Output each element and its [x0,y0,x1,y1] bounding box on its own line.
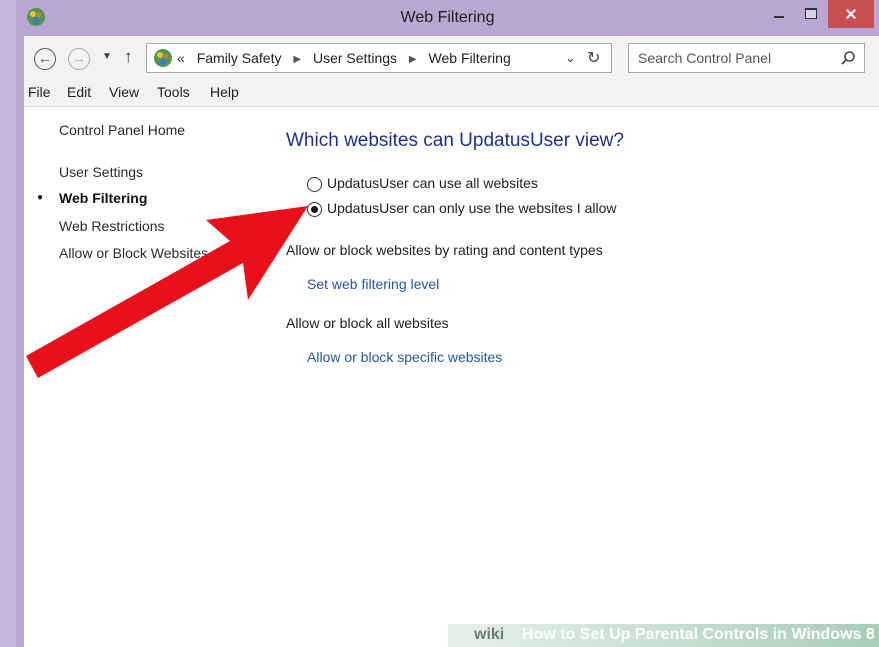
window-frame: Web Filtering ← → ▼ ↑ « Family Safety ▶ [16,0,879,647]
menu-file[interactable]: File [28,84,51,100]
radio-label-allowed-websites-only[interactable]: UpdatusUser can only use the websites I … [327,200,616,216]
search-icon[interactable] [840,50,856,66]
sidebar: Control Panel Home User Settings ● Web F… [24,106,284,586]
search-input[interactable]: Search Control Panel [628,43,865,73]
recent-pages-dropdown[interactable]: ▼ [102,51,112,62]
navigation-bar: ← → ▼ ↑ « Family Safety ▶ User Settings … [24,36,879,80]
section-title-rating-content: Allow or block websites by rating and co… [286,242,603,258]
title-bar[interactable]: Web Filtering [16,0,879,36]
breadcrumb-overflow[interactable]: « [177,50,185,66]
address-bar[interactable]: « Family Safety ▶ User Settings ▶ Web Fi… [146,43,612,73]
breadcrumb-web-filtering[interactable]: Web Filtering [429,50,511,66]
wikihow-logo: wiki [474,626,505,643]
radio-allowed-websites-only[interactable] [307,202,322,217]
close-button[interactable] [828,0,874,28]
menu-bar: File Edit View Tools Help [24,80,879,107]
up-arrow-icon[interactable]: ↑ [124,47,133,67]
menu-view[interactable]: View [109,84,139,100]
radio-label-all-websites[interactable]: UpdatusUser can use all websites [327,175,538,191]
page-title: Which websites can UpdatusUser view? [286,130,624,151]
allow-or-block-specific-websites-link[interactable]: Allow or block specific websites [307,349,502,365]
sidebar-item-user-settings[interactable]: User Settings [59,164,143,180]
section-title-all-websites: Allow or block all websites [286,315,449,331]
back-arrow-icon[interactable]: ← [34,48,56,70]
sidebar-item-web-restrictions[interactable]: Web Restrictions [59,218,165,234]
sidebar-item-control-panel-home[interactable]: Control Panel Home [59,122,185,138]
forward-arrow-icon[interactable]: → [68,48,90,70]
maximize-button[interactable] [796,0,826,28]
menu-edit[interactable]: Edit [67,84,91,100]
chevron-down-icon[interactable]: ⌄ [565,50,576,66]
watermark-banner: wiki How to Set Up Parental Controls in … [448,624,879,647]
main-content: Which websites can UpdatusUser view? Upd… [286,106,876,606]
radio-all-websites[interactable] [307,177,322,192]
watermark-title: How to Set Up Parental Controls in Windo… [522,626,875,643]
family-safety-icon [154,49,172,67]
menu-tools[interactable]: Tools [157,84,190,100]
breadcrumb-user-settings[interactable]: User Settings [313,50,397,66]
window-title: Web Filtering [400,9,495,26]
set-web-filtering-level-link[interactable]: Set web filtering level [307,276,439,292]
refresh-icon[interactable]: ↻ [587,48,600,68]
sidebar-item-allow-or-block-websites[interactable]: Allow or Block Websites [59,245,208,261]
breadcrumb: « Family Safety ▶ User Settings ▶ Web Fi… [177,50,511,66]
chevron-right-icon[interactable]: ▶ [409,54,417,65]
search-placeholder: Search Control Panel [638,50,772,66]
chevron-right-icon[interactable]: ▶ [293,54,301,65]
breadcrumb-family-safety[interactable]: Family Safety [197,50,282,66]
minimize-button[interactable] [764,0,794,28]
menu-help[interactable]: Help [210,84,239,100]
sidebar-item-web-filtering: Web Filtering [59,190,148,206]
current-item-bullet-icon: ● [37,192,44,203]
explorer-window: ← → ▼ ↑ « Family Safety ▶ User Settings … [24,36,879,647]
